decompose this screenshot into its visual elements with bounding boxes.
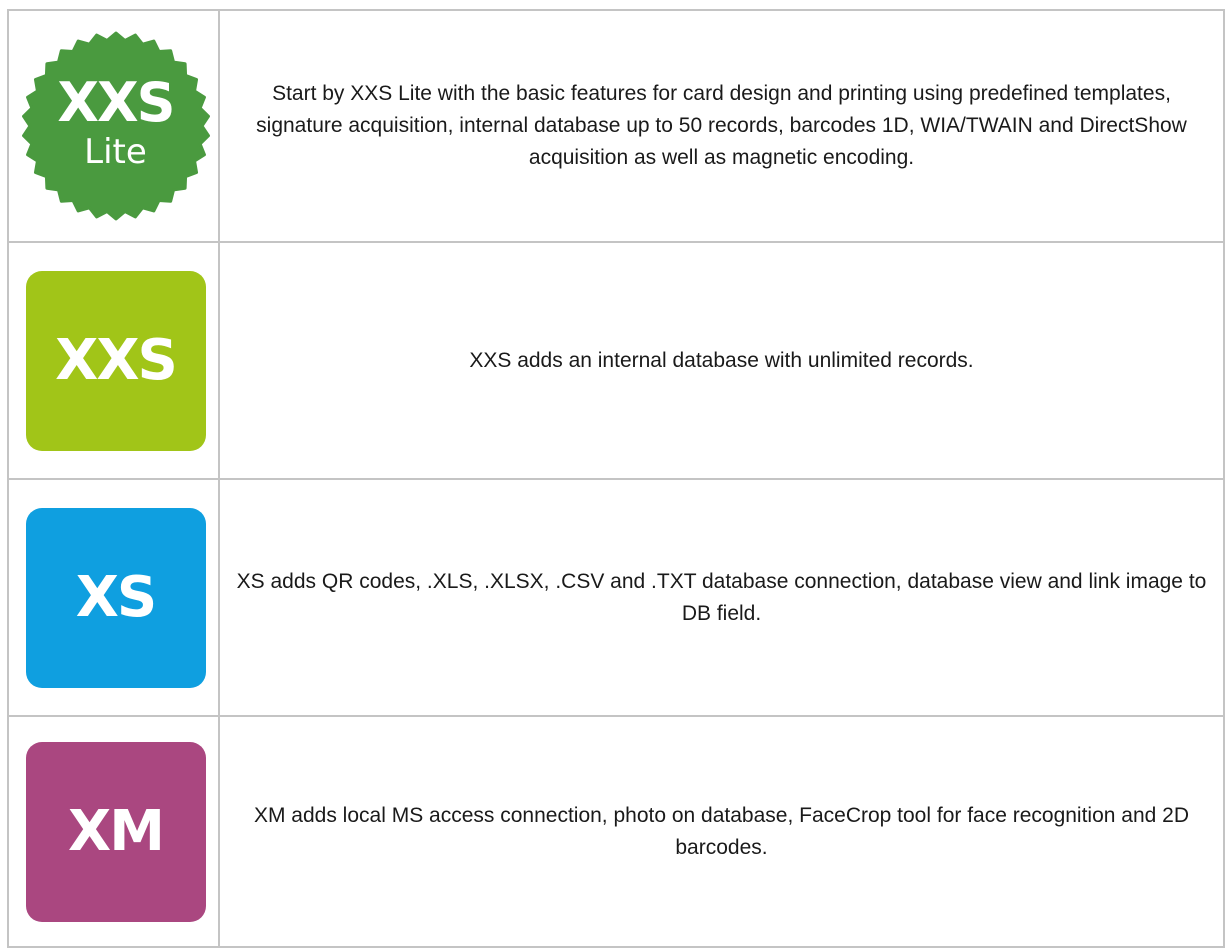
edition-row-xm: XM XM adds local MS access connection, p… bbox=[7, 715, 1225, 948]
tile-text: XXS bbox=[55, 328, 178, 393]
edition-description: Start by XXS Lite with the basic feature… bbox=[218, 9, 1225, 243]
xm-logo-tile: XM bbox=[25, 741, 206, 922]
edition-description: XM adds local MS access connection, phot… bbox=[218, 715, 1225, 948]
tile-text: XS bbox=[75, 565, 158, 630]
edition-row-xxs-lite: XXS Lite Start by XXS Lite with the basi… bbox=[7, 9, 1225, 243]
edition-description: XXS adds an internal database with unlim… bbox=[218, 241, 1225, 480]
logo-cell: XXS bbox=[7, 241, 220, 480]
editions-table: XXS Lite Start by XXS Lite with the basi… bbox=[7, 9, 1225, 948]
badge-sub-text: Lite bbox=[84, 132, 147, 172]
logo-cell: XS bbox=[7, 478, 220, 717]
logo-cell: XM bbox=[7, 715, 220, 948]
tile-text: XM bbox=[68, 799, 165, 864]
edition-row-xxs: XXS XXS adds an internal database with u… bbox=[7, 241, 1225, 480]
logo-cell: XXS Lite bbox=[7, 9, 220, 243]
xxs-lite-badge: XXS Lite bbox=[21, 31, 211, 221]
xs-logo-tile: XS bbox=[25, 507, 206, 688]
edition-description: XS adds QR codes, .XLS, .XLSX, .CSV and … bbox=[218, 478, 1225, 717]
badge-main-text: XXS bbox=[57, 71, 175, 134]
xxs-logo-tile: XXS bbox=[25, 270, 206, 451]
edition-row-xs: XS XS adds QR codes, .XLS, .XLSX, .CSV a… bbox=[7, 478, 1225, 717]
